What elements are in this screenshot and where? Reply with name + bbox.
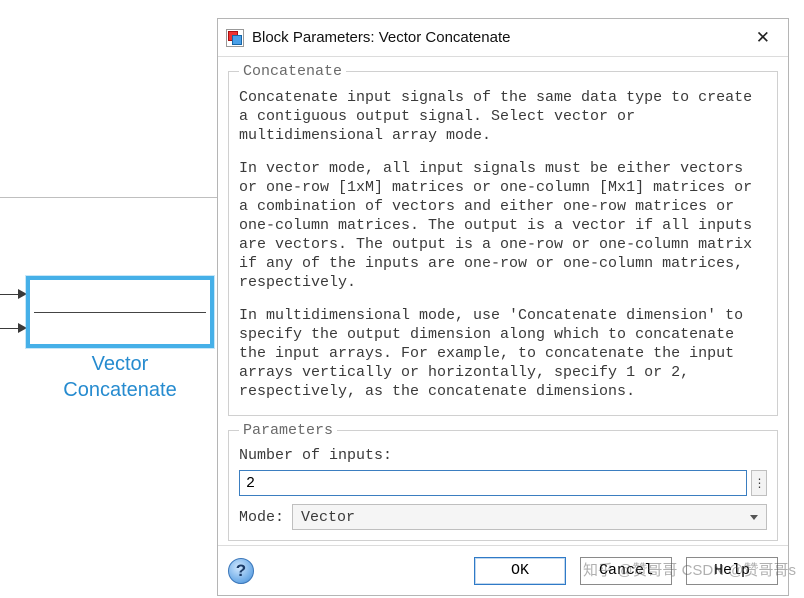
mode-label: Mode: [239, 509, 284, 526]
num-inputs-row: Number of inputs: ⋮ [239, 447, 767, 496]
vector-concatenate-block[interactable] [26, 276, 214, 348]
concatenate-group: Concatenate Concatenate input signals of… [228, 63, 778, 416]
mode-row: Mode: Vector [239, 504, 767, 530]
dialog-footer: ? OK Cancel Help [218, 545, 788, 595]
parameters-legend: Parameters [239, 422, 337, 439]
concat-desc-2: In vector mode, all input signals must b… [239, 159, 767, 292]
input-wire-1 [0, 294, 20, 295]
block-parameters-dialog: Block Parameters: Vector Concatenate ✕ C… [217, 18, 789, 596]
parameters-group: Parameters Number of inputs: ⋮ Mode: Vec… [228, 422, 778, 541]
dialog-body: Concatenate Concatenate input signals of… [218, 57, 788, 545]
concat-desc-1: Concatenate input signals of the same da… [239, 88, 767, 145]
help-button[interactable]: Help [686, 557, 778, 585]
chevron-down-icon [750, 515, 758, 520]
num-inputs-more-button[interactable]: ⋮ [751, 470, 767, 496]
cancel-button[interactable]: Cancel [580, 557, 672, 585]
canvas-guide-line [0, 197, 218, 198]
help-icon[interactable]: ? [228, 558, 254, 584]
concat-desc-3: In multidimensional mode, use 'Concatena… [239, 306, 767, 401]
simulink-app-icon [226, 29, 244, 47]
ok-button[interactable]: OK [474, 557, 566, 585]
dialog-title: Block Parameters: Vector Concatenate [252, 29, 748, 46]
close-icon[interactable]: ✕ [748, 25, 778, 50]
block-label-line2: Concatenate [63, 379, 176, 401]
input-wire-2 [0, 328, 20, 329]
dialog-titlebar[interactable]: Block Parameters: Vector Concatenate ✕ [218, 19, 788, 57]
concatenate-legend: Concatenate [239, 63, 346, 80]
mode-value: Vector [301, 509, 355, 526]
num-inputs-input[interactable] [239, 470, 747, 496]
mode-select[interactable]: Vector [292, 504, 767, 530]
block-label: Vector Concatenate [26, 351, 214, 403]
num-inputs-label: Number of inputs: [239, 447, 767, 464]
block-label-line1: Vector [92, 353, 149, 375]
